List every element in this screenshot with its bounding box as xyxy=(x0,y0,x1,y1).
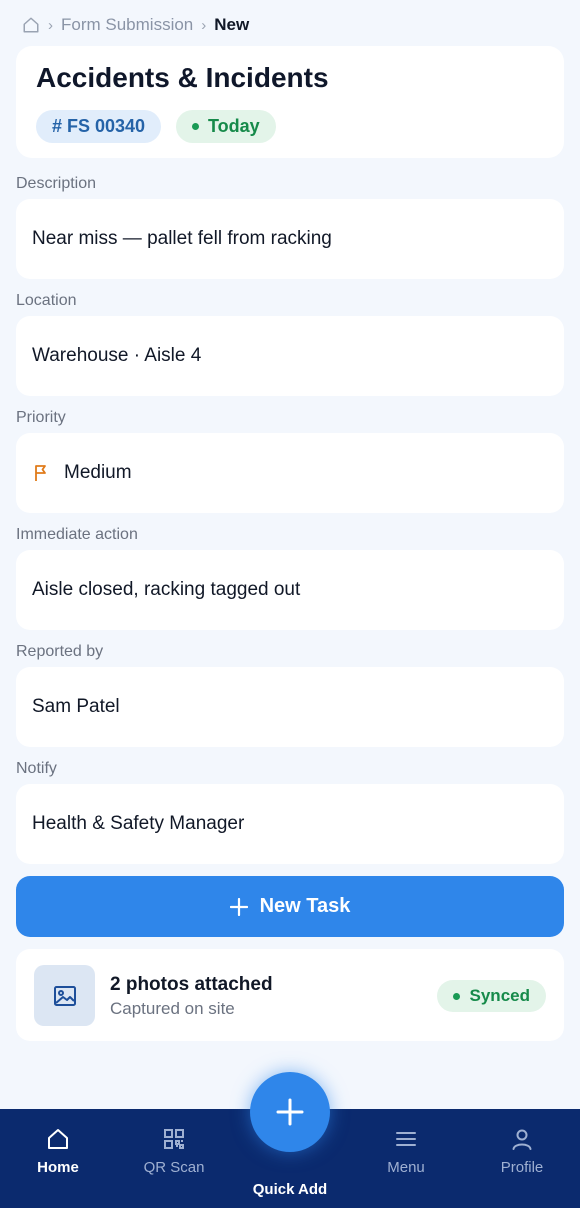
page-title: Accidents & Incidents xyxy=(36,62,329,93)
chevron-right-icon: › xyxy=(48,16,53,34)
header-card: Accidents & Incidents # FS 00340 Today xyxy=(16,46,564,158)
nav-label-qr-scan: QR Scan xyxy=(143,1159,205,1176)
nav-item-profile[interactable]: Profile xyxy=(477,1127,567,1176)
reported-by-label: Reported by xyxy=(16,643,104,660)
sync-status-label: Synced xyxy=(469,986,530,1005)
nav-item-qr-scan[interactable]: QR Scan xyxy=(129,1127,219,1176)
quick-add-label: Quick Add xyxy=(252,1181,328,1198)
new-task-button[interactable]: New Task xyxy=(16,876,564,937)
photos-title: 2 photos attached xyxy=(110,974,273,995)
priority-field[interactable]: Medium xyxy=(16,433,564,513)
form-id-badge: # FS 00340 xyxy=(36,110,162,143)
image-icon xyxy=(53,985,76,1006)
menu-icon xyxy=(396,1132,416,1146)
date-badge-label: Today xyxy=(208,116,260,136)
description-value: Near miss — pallet fell from racking xyxy=(32,228,332,249)
plus-icon xyxy=(276,1098,304,1126)
nav-item-menu[interactable]: Menu xyxy=(361,1127,451,1176)
notify-field[interactable]: Health & Safety Manager xyxy=(16,784,564,864)
photos-card[interactable]: 2 photos attached Captured on site Synce… xyxy=(16,949,564,1041)
nav-label-profile: Profile xyxy=(500,1159,544,1176)
location-value: Warehouse · Aisle 4 xyxy=(32,345,202,366)
notify-label: Notify xyxy=(16,760,57,777)
qr-icon xyxy=(164,1129,184,1149)
nav-label-menu: Menu xyxy=(387,1159,425,1176)
immediate-action-label: Immediate action xyxy=(16,526,138,543)
reported-by-value: Sam Patel xyxy=(32,696,120,717)
location-label: Location xyxy=(16,292,77,309)
nav-item-home[interactable]: Home xyxy=(13,1127,103,1176)
priority-value: Medium xyxy=(64,462,132,483)
date-badge: Today xyxy=(176,110,276,143)
home-icon[interactable] xyxy=(22,16,40,34)
profile-icon xyxy=(512,1129,532,1150)
home-icon xyxy=(48,1129,68,1149)
location-field[interactable]: Warehouse · Aisle 4 xyxy=(16,316,564,396)
nav-label-home: Home xyxy=(37,1159,79,1176)
breadcrumb-item-form-submission[interactable]: Form Submission xyxy=(61,15,193,35)
quick-add-button[interactable] xyxy=(250,1072,330,1152)
flag-icon xyxy=(34,464,48,482)
chevron-right-icon: › xyxy=(201,16,207,34)
plus-icon xyxy=(229,897,248,916)
immediate-action-field[interactable]: Aisle closed, racking tagged out xyxy=(16,550,564,630)
sync-status-badge: Synced xyxy=(436,980,546,1012)
breadcrumb: › Form Submission › New xyxy=(22,14,249,36)
status-dot-icon xyxy=(192,123,199,130)
notify-value: Health & Safety Manager xyxy=(32,813,245,834)
description-label: Description xyxy=(16,175,97,192)
breadcrumb-current: New xyxy=(214,15,250,34)
new-task-label: New Task xyxy=(259,895,351,917)
status-dot-icon xyxy=(452,992,460,1000)
priority-label: Priority xyxy=(16,409,66,426)
immediate-action-value: Aisle closed, racking tagged out xyxy=(32,579,301,600)
description-field[interactable]: Near miss — pallet fell from racking xyxy=(16,199,564,279)
reported-by-field[interactable]: Sam Patel xyxy=(16,667,564,747)
photo-thumbnail[interactable] xyxy=(34,965,95,1026)
photos-subtitle: Captured on site xyxy=(110,999,235,1018)
